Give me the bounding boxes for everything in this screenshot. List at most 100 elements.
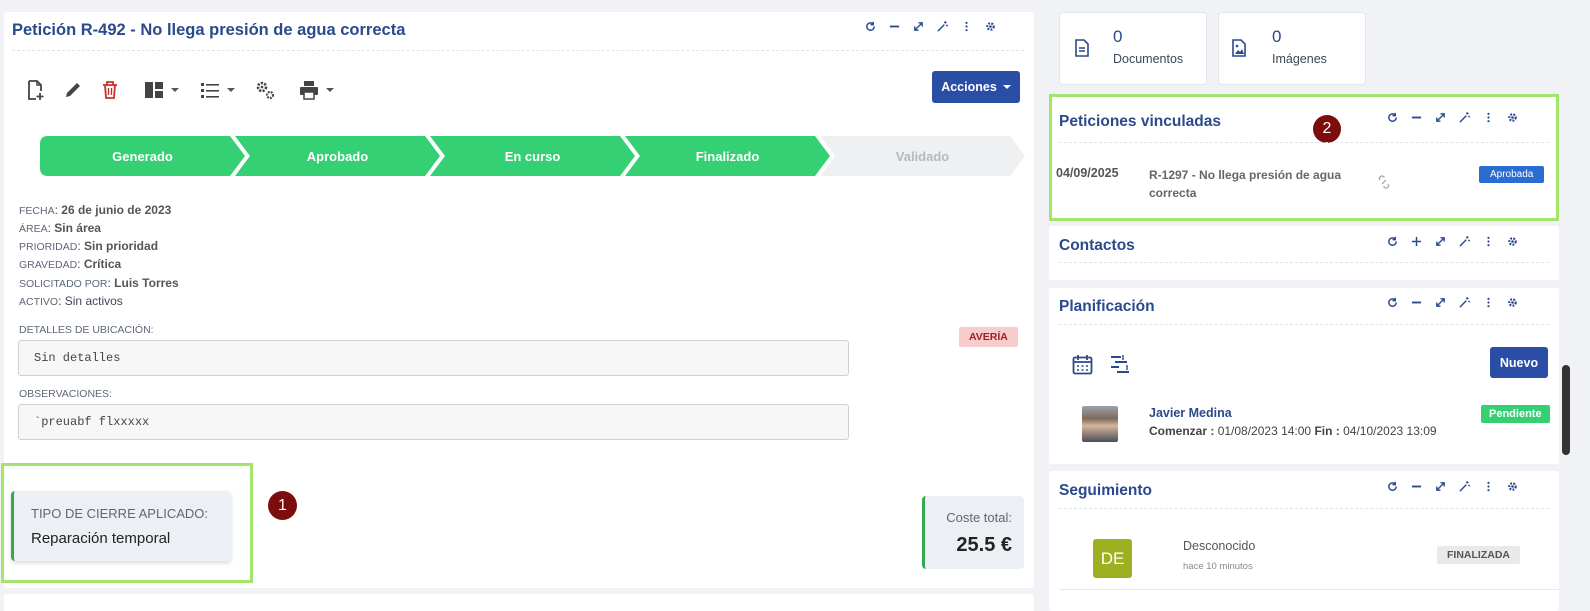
expand-icon[interactable] [912, 20, 925, 33]
planning-divider [1059, 324, 1549, 325]
location-details-field[interactable]: Sin detalles [18, 340, 849, 376]
tracking-name: Desconocido [1183, 539, 1256, 553]
gears-icon[interactable] [254, 79, 276, 101]
field-fecha: FECHA: 26 de junio de 2023 [19, 203, 172, 217]
step-label: Finalizado [695, 148, 760, 164]
linked-panel-tools [1386, 111, 1519, 124]
settings-icon[interactable] [1506, 296, 1519, 309]
avatar [1082, 406, 1118, 442]
edit-pencil-icon[interactable] [62, 79, 84, 101]
type-badge: AVERÍA [959, 327, 1018, 347]
chevron-down-icon [1002, 85, 1011, 89]
field-activo: ACTIVO: Sin activos [19, 294, 123, 308]
field-solicitado-por: SOLICITADO POR: Luis Torres [19, 276, 179, 290]
settings-icon[interactable] [1506, 480, 1519, 493]
documents-count: 0 [1113, 27, 1123, 46]
magic-wand-icon[interactable] [936, 20, 949, 33]
documents-card[interactable]: 0 Documentos [1059, 12, 1207, 85]
layout-icon [145, 82, 163, 98]
minimize-icon[interactable] [1410, 480, 1423, 493]
more-vertical-icon[interactable] [960, 20, 973, 33]
calendar-icon[interactable] [1072, 354, 1093, 380]
step-generado: Generado [40, 136, 245, 176]
expand-icon[interactable] [1434, 480, 1447, 493]
documents-label: Documentos [1113, 52, 1184, 66]
actions-button[interactable]: Acciones [932, 71, 1020, 103]
observations-field[interactable]: `preuabf flxxxxx [18, 404, 849, 440]
new-document-icon[interactable] [24, 79, 46, 101]
contacts-title: Contactos [1059, 237, 1135, 254]
closure-value: Reparación temporal [31, 530, 171, 547]
planning-person-name[interactable]: Javier Medina [1149, 406, 1232, 420]
start-value: 01/08/2023 14:00 [1217, 424, 1312, 438]
images-card[interactable]: 0 Imágenes [1218, 12, 1366, 85]
print-icon [300, 81, 318, 100]
tracking-avatar: DE [1093, 539, 1132, 578]
linked-request-title-1: R-1297 - No llega presión de agua [1149, 168, 1342, 182]
planning-panel-tools [1386, 296, 1519, 309]
panel-tools [864, 20, 997, 33]
linked-date: 04/09/2025 [1056, 166, 1119, 180]
page-title: Petición R-492 - No llega presión de agu… [12, 21, 406, 39]
layout-dropdown[interactable] [143, 79, 179, 101]
images-label: Imágenes [1272, 52, 1327, 66]
refresh-icon[interactable] [1386, 480, 1399, 493]
step-en-curso: En curso [430, 136, 635, 176]
magic-wand-icon[interactable] [1458, 235, 1471, 248]
title-divider [12, 50, 1024, 51]
minimize-icon[interactable] [1410, 111, 1423, 124]
add-icon[interactable] [1410, 235, 1423, 248]
refresh-icon[interactable] [1386, 296, 1399, 309]
document-icon [1074, 39, 1090, 62]
more-vertical-icon[interactable] [1482, 480, 1495, 493]
tracking-title: Seguimiento [1059, 482, 1153, 499]
gantt-icon[interactable] [1109, 354, 1131, 380]
expand-icon[interactable] [1434, 235, 1447, 248]
start-label: Comenzar : [1149, 424, 1215, 438]
linked-request-row[interactable]: 04/09/2025 R-1297 - No llega presión de … [1056, 160, 1550, 208]
linked-divider [1059, 142, 1549, 143]
expand-icon[interactable] [1434, 111, 1447, 124]
magic-wand-icon[interactable] [1458, 111, 1471, 124]
closure-label: TIPO DE CIERRE APLICADO: [31, 506, 208, 521]
step-aprobado: Aprobado [235, 136, 440, 176]
cost-value: 25.5 € [956, 534, 1012, 556]
magic-wand-icon[interactable] [1458, 296, 1471, 309]
unlink-icon[interactable] [1377, 175, 1391, 194]
refresh-icon[interactable] [1386, 111, 1399, 124]
tracking-status-badge: FINALIZADA [1437, 546, 1520, 564]
minimize-icon[interactable] [888, 20, 901, 33]
refresh-icon[interactable] [1386, 235, 1399, 248]
annotation-marker-2: 2 [1313, 115, 1341, 143]
settings-icon[interactable] [1506, 111, 1519, 124]
images-count: 0 [1272, 27, 1282, 46]
end-value: 04/10/2023 13:09 [1343, 424, 1437, 438]
step-label: En curso [504, 148, 561, 164]
step-validado: Validado [820, 136, 1025, 176]
settings-icon[interactable] [1506, 235, 1519, 248]
image-icon [1231, 39, 1247, 62]
magic-wand-icon[interactable] [1458, 480, 1471, 493]
tracking-time: hace 10 minutos [1183, 561, 1253, 572]
annotation-marker-1: 1 [268, 491, 297, 520]
scrollbar-thumb[interactable] [1562, 365, 1570, 455]
linked-request-title-2: correcta [1149, 186, 1197, 200]
more-vertical-icon[interactable] [1482, 235, 1495, 248]
more-vertical-icon[interactable] [1482, 111, 1495, 124]
settings-icon[interactable] [984, 20, 997, 33]
new-planning-button[interactable]: Nuevo [1490, 347, 1548, 378]
delete-trash-icon[interactable] [99, 79, 121, 101]
planning-status-badge: Pendiente [1481, 405, 1550, 423]
more-vertical-icon[interactable] [1482, 296, 1495, 309]
print-dropdown[interactable] [298, 79, 334, 101]
refresh-icon[interactable] [864, 20, 877, 33]
field-prioridad: PRIORIDAD: Sin prioridad [19, 239, 159, 253]
field-gravedad: GRAVEDAD: Crítica [19, 257, 122, 271]
linked-status-badge: Aprobada [1479, 166, 1545, 183]
chevron-down-icon [171, 88, 179, 92]
planning-dates: Comenzar : 01/08/2023 14:00 Fin : 04/10/… [1149, 424, 1437, 438]
minimize-icon[interactable] [1410, 296, 1423, 309]
list-dropdown[interactable] [199, 79, 235, 101]
step-label: Generado [112, 148, 173, 164]
expand-icon[interactable] [1434, 296, 1447, 309]
